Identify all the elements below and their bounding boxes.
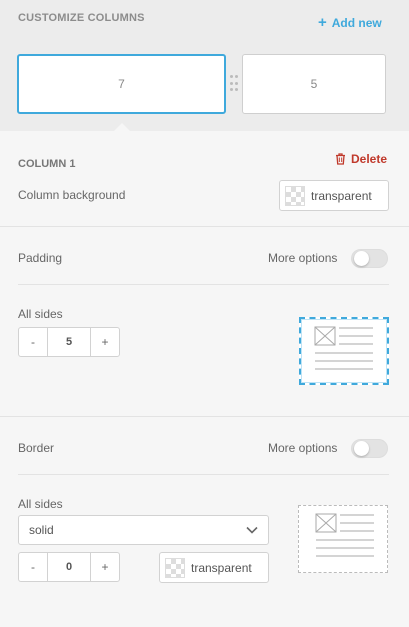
transparent-swatch-icon [285,185,305,206]
padding-title: Padding [18,251,63,265]
padding-all-sides-label: All sides [18,307,63,321]
border-style-value: solid [29,523,54,537]
padding-stepper: - 5 + [18,327,120,357]
border-all-sides-label: All sides [18,497,63,511]
border-more-options-label: More options [268,441,338,455]
column-background-label: Column background [18,188,126,202]
customize-columns-panel: CUSTOMIZE COLUMNS + Add new 7 5 [0,0,409,131]
border-color-button[interactable]: transparent [159,552,269,583]
image-text-layout-icon [314,326,373,370]
delete-column-button[interactable]: Delete [335,152,387,166]
padding-more-options-toggle[interactable] [351,249,388,268]
divider [18,474,389,475]
column-2-width: 5 [310,77,318,91]
column-background-color-button[interactable]: transparent [279,180,389,211]
trash-icon [336,153,345,165]
border-color-value: transparent [191,560,252,575]
border-width-value[interactable]: 0 [47,553,91,581]
padding-more-options-label: More options [268,251,338,265]
image-text-layout-icon [315,513,374,557]
divider [0,226,409,227]
delete-label: Delete [351,152,388,166]
customize-columns-title: CUSTOMIZE COLUMNS [18,12,145,24]
column-1-box[interactable]: 7 [17,54,226,114]
divider [18,284,389,285]
border-more-options-toggle[interactable] [351,439,388,458]
padding-increment-button[interactable]: + [91,328,119,356]
border-width-decrement-button[interactable]: - [19,553,47,581]
add-new-label: Add new [331,16,382,30]
column-background-value: transparent [311,188,372,203]
selected-column-pointer [114,123,130,131]
column-1-width: 7 [118,77,125,91]
add-new-column-button[interactable]: + Add new [318,14,382,31]
border-style-select[interactable]: solid [18,515,269,545]
column-title: COLUMN 1 [18,158,76,170]
padding-preview [299,317,389,385]
border-width-increment-button[interactable]: + [91,553,119,581]
chevron-down-icon [246,526,258,534]
divider [0,416,409,417]
transparent-swatch-icon [165,557,185,578]
padding-decrement-button[interactable]: - [19,328,47,356]
border-title: Border [18,441,55,455]
plus-icon: + [318,14,327,31]
border-width-stepper: - 0 + [18,552,120,582]
drag-handle-icon[interactable] [230,75,238,93]
padding-value[interactable]: 5 [47,328,91,356]
column-2-box[interactable]: 5 [242,54,386,114]
border-preview [298,505,388,573]
